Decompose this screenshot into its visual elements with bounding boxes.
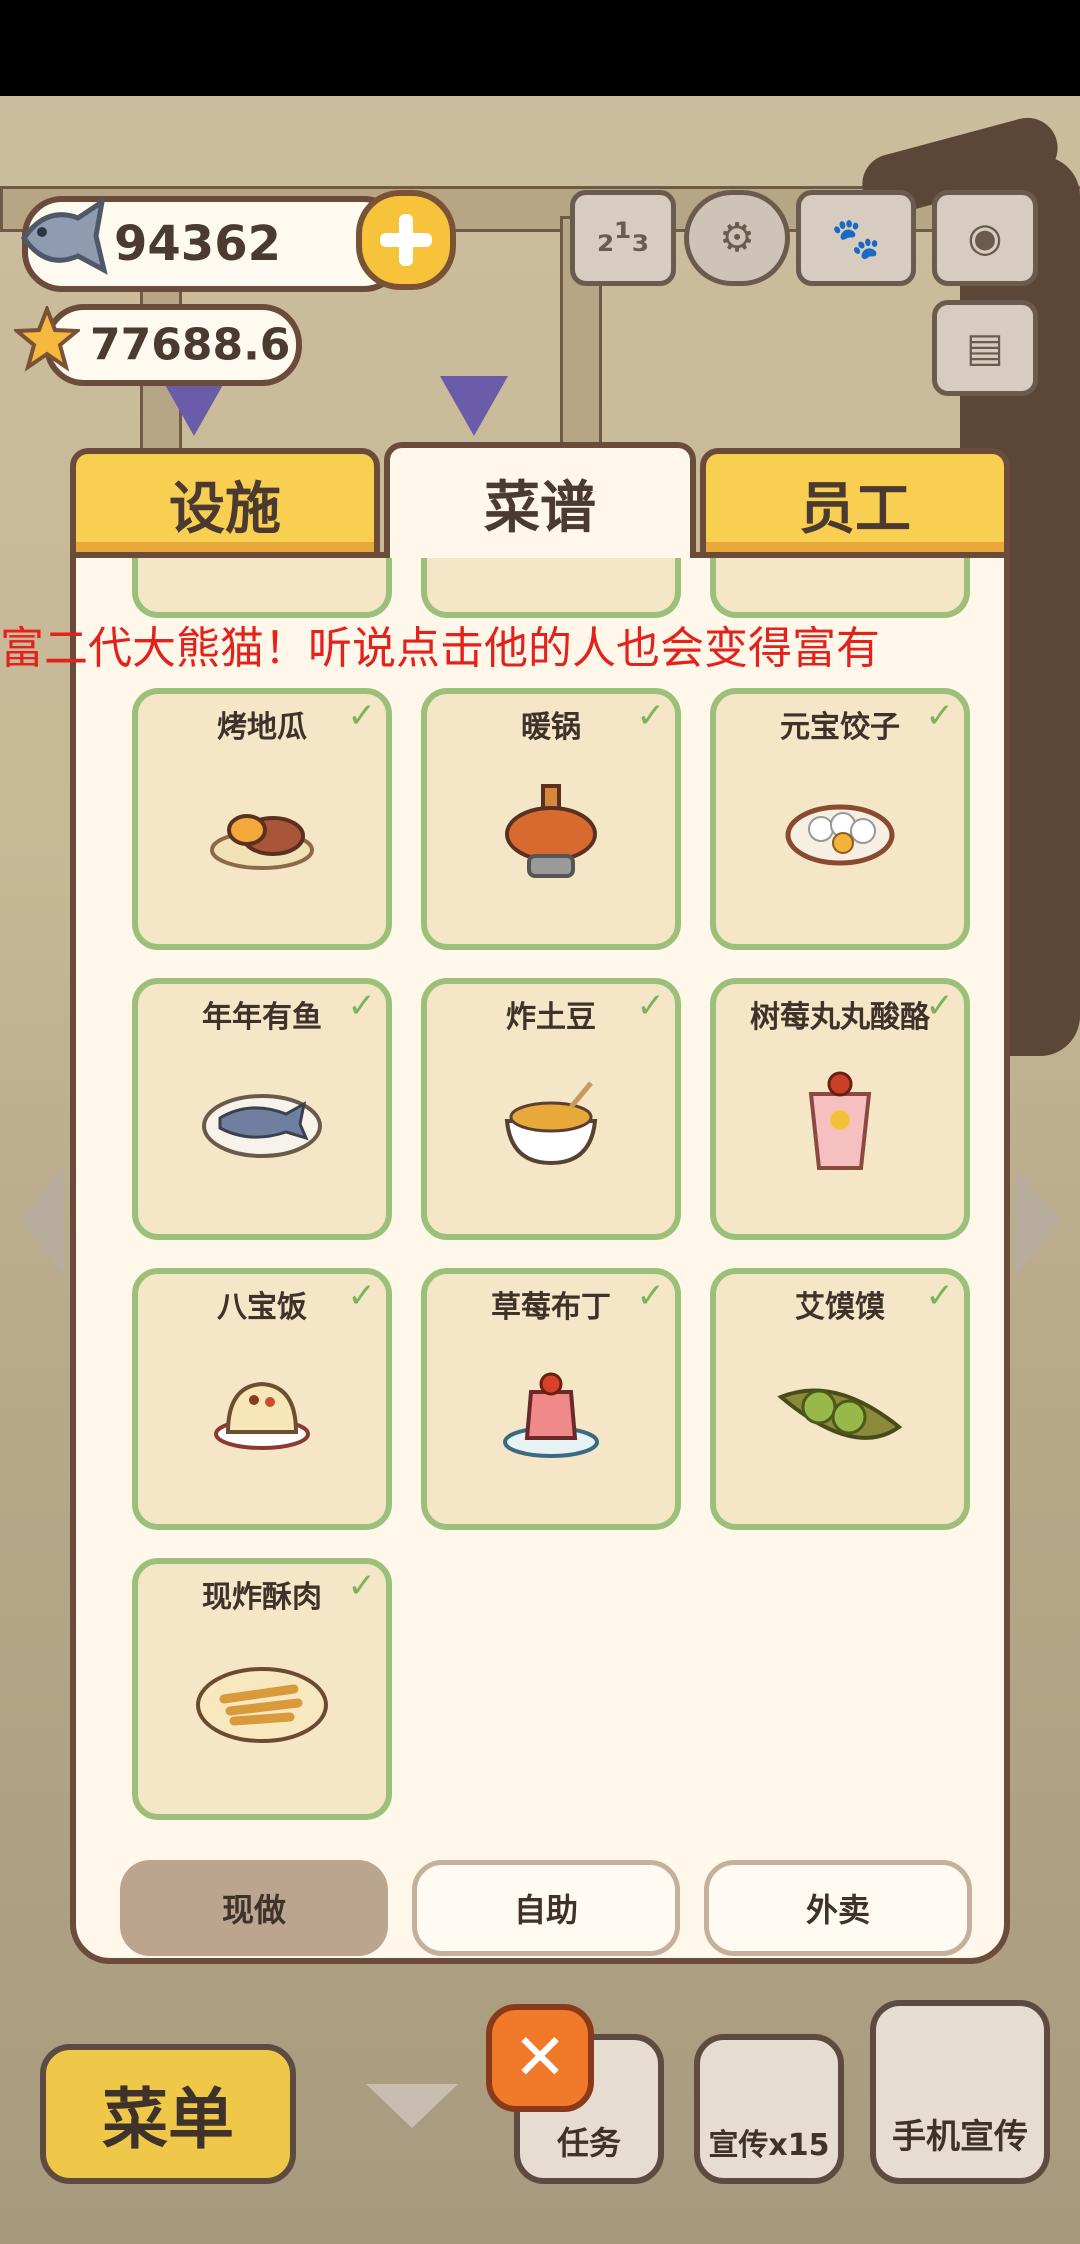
recipe-card[interactable]: 现炸酥肉 ✓ [132, 1558, 392, 1820]
recipe-card[interactable]: 元宝饺子 ✓ [710, 688, 970, 950]
strawberry-pudding-icon [501, 1364, 601, 1464]
scroll-left-arrow-icon[interactable] [20, 1166, 64, 1276]
tab-staff[interactable]: 员工 [700, 448, 1010, 554]
checkmark-icon: ✓ [636, 1276, 666, 1316]
checkmark-icon: ✓ [347, 1276, 377, 1316]
close-icon[interactable]: ✕ [486, 2004, 594, 2112]
checkmark-icon: ✓ [636, 696, 666, 736]
checkmark-icon: ✓ [925, 696, 955, 736]
recipe-list[interactable]: 烤地瓜 ✓ 暖锅 ✓ 元宝饺子 ✓ 年年有鱼 ✓ 炸土豆 ✓ 树莓丸丸酸酪 ✓ … [70, 552, 1010, 1964]
mugwort-bun-icon [775, 1367, 905, 1461]
checkmark-icon: ✓ [347, 1566, 377, 1606]
recipe-card-partial [710, 558, 970, 618]
tab-recipes[interactable]: 菜谱 [384, 442, 696, 558]
postcard-icon[interactable]: ▤ [932, 300, 1038, 396]
pennant-flag [440, 376, 508, 436]
scroll-right-arrow-icon[interactable] [1016, 1166, 1060, 1276]
camera-icon[interactable]: ◉ [932, 190, 1038, 286]
dumplings-icon [785, 797, 895, 871]
star-count: 77688.6 [90, 319, 291, 371]
raspberry-yogurt-icon [805, 1070, 875, 1178]
checkmark-icon: ✓ [347, 986, 377, 1026]
promo-button[interactable]: 宣传x15 [694, 2034, 844, 2184]
recipe-card[interactable]: 艾馍馍 ✓ [710, 1268, 970, 1530]
recipe-card[interactable]: 八宝饭 ✓ [132, 1268, 392, 1530]
menu-button[interactable]: 菜单 [40, 2044, 296, 2184]
fish-dish-icon [200, 1084, 324, 1164]
star-icon [11, 303, 83, 372]
tab-facilities[interactable]: 设施 [70, 448, 380, 554]
phone-promo-button[interactable]: 手机宣传 [870, 2000, 1050, 2184]
fried-potato-icon [501, 1077, 601, 1171]
leaderboard-icon[interactable]: ₂¹₃ [570, 190, 676, 286]
fish-icon [16, 196, 112, 280]
paw-book-icon[interactable]: 🐾 [796, 190, 916, 286]
fried-crispy-pork-icon [194, 1659, 330, 1749]
checkmark-icon: ✓ [925, 986, 955, 1026]
mode-self-service-button[interactable]: 自助 [412, 1860, 680, 1956]
settings-gear-icon[interactable]: ⚙ [684, 190, 790, 286]
roasted-sweet-potato-icon [207, 792, 317, 876]
checkmark-icon: ✓ [925, 1276, 955, 1316]
eight-treasure-rice-icon [212, 1372, 312, 1456]
collapse-down-arrow-icon[interactable] [366, 2084, 458, 2128]
mode-dine-in-button[interactable]: 现做 [120, 1860, 388, 1956]
recipe-card-partial [132, 558, 392, 618]
recipe-card[interactable]: 树莓丸丸酸酪 ✓ [710, 978, 970, 1240]
announcement-marquee: 富二代大熊猫！听说点击他的人也会变得富有 [0, 623, 880, 674]
hot-pot-icon [501, 782, 601, 886]
star-currency-pill: 77688.6 [44, 304, 302, 386]
recipe-card[interactable]: 烤地瓜 ✓ [132, 688, 392, 950]
recipe-card[interactable]: 炸土豆 ✓ [421, 978, 681, 1240]
recipe-card[interactable]: 暖锅 ✓ [421, 688, 681, 950]
mode-delivery-button[interactable]: 外卖 [704, 1860, 972, 1956]
checkmark-icon: ✓ [636, 986, 666, 1026]
add-fish-button[interactable] [356, 190, 456, 290]
recipe-card[interactable]: 年年有鱼 ✓ [132, 978, 392, 1240]
checkmark-icon: ✓ [347, 696, 377, 736]
fish-count: 94362 [114, 216, 281, 272]
recipe-card-partial [421, 558, 681, 618]
recipe-card[interactable]: 草莓布丁 ✓ [421, 1268, 681, 1530]
